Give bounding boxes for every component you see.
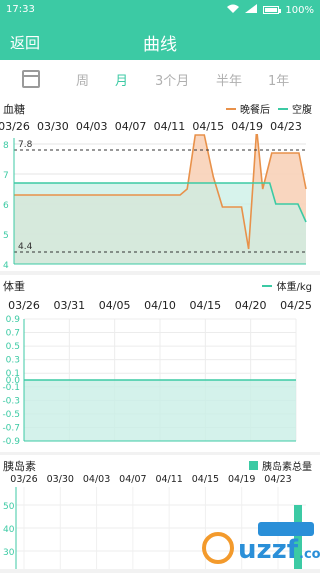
x-tick-label: 04/03 — [82, 474, 111, 485]
x-tick-label: 04/23 — [270, 120, 302, 133]
legend-insulin-label: 胰岛素总量 — [262, 462, 312, 473]
y-tick-label: 7 — [3, 171, 9, 181]
legend-after-swatch — [226, 107, 236, 110]
x-tick-label: 03/31 — [53, 299, 86, 312]
blood-sugar-title: 血糖 — [3, 103, 25, 116]
tab-month[interactable]: 月 — [115, 70, 128, 89]
x-tick-label: 04/19 — [231, 120, 263, 133]
page-title: 曲线 — [143, 35, 177, 55]
y-tick-label: 30 — [3, 548, 15, 558]
battery-icon — [263, 6, 282, 14]
x-tick-label: 04/15 — [189, 299, 222, 312]
x-tick-label: 04/15 — [192, 120, 225, 133]
x-tick-label: 04/23 — [264, 474, 292, 485]
x-tick-label: 03/26 — [10, 474, 38, 485]
y-tick-label: 6 — [3, 201, 9, 211]
blood-sugar-legend: 晚餐后 空腹 — [226, 101, 312, 116]
tab-3-months[interactable]: 3个月 — [155, 70, 189, 89]
x-tick-label: 04/15 — [191, 474, 220, 485]
y-tick-label: 0.5 — [6, 342, 20, 352]
reference-label: 7.8 — [18, 140, 33, 150]
svg-text:.com: .com — [299, 547, 320, 562]
y-tick-label: 0.0 — [6, 376, 21, 386]
weight-chart: 0.90.70.50.30.1-0.1-0.3-0.5-0.7-0.90.0 — [2, 315, 297, 447]
x-tick-label: 03/30 — [36, 120, 69, 133]
y-tick-label: 4 — [3, 261, 9, 271]
x-tick-label: 03/26 — [0, 120, 30, 133]
blood-sugar-panel: 血糖 晚餐后 空腹 03/26 03/30 04/03 04/07 04/11 04/15… — [0, 98, 320, 271]
x-tick-label: 04/11 — [153, 120, 186, 133]
x-tick-label: 04/05 — [98, 299, 131, 312]
y-tick-label: 0.7 — [6, 329, 20, 339]
battery-percent: 100% — [285, 4, 314, 16]
y-tick-label: 40 — [3, 525, 15, 535]
y-tick-label: 8 — [3, 141, 9, 151]
wifi-icon — [227, 4, 240, 16]
y-tick-label: 5 — [3, 231, 9, 241]
legend-after-label: 晚餐后 — [240, 105, 270, 116]
legend-fasting-swatch — [278, 107, 288, 110]
tab-week[interactable]: 周 — [76, 70, 89, 89]
calendar-icon[interactable] — [22, 70, 40, 88]
y-tick-label: -0.3 — [2, 396, 20, 406]
insulin-title: 胰岛素 — [3, 460, 36, 473]
battery-fill — [265, 8, 278, 12]
period-tabs: 周 月 3个月 半年 1年 — [0, 60, 320, 98]
x-tick-label: 03/26 — [8, 299, 40, 312]
x-tick-label: 04/03 — [75, 120, 108, 133]
y-tick-label: 0.9 — [6, 315, 21, 325]
x-tick-label: 04/25 — [280, 299, 312, 312]
insulin-legend: 胰岛素总量 — [249, 458, 312, 473]
weight-panel: 体重 体重/kg 03/26 03/31 04/05 04/10 04/15 04/20 0… — [0, 275, 320, 452]
y-tick-label: -0.9 — [2, 437, 20, 447]
tab-one-year[interactable]: 1年 — [268, 70, 289, 89]
x-tick-label: 04/07 — [119, 474, 147, 485]
y-tick-label: 0.3 — [6, 356, 20, 366]
y-tick-label: -0.5 — [2, 410, 20, 420]
watermark-logo: uzzf .com — [200, 510, 320, 569]
legend-weight-swatch — [262, 284, 273, 287]
series-area — [24, 380, 296, 441]
status-bar: 17:33 100% — [0, 0, 320, 20]
blood-sugar-chart: 4 5 6 7 8 7.8 4.4 — [3, 134, 307, 271]
legend-weight-label: 体重/kg — [276, 282, 312, 293]
signal-icon — [245, 4, 258, 16]
svg-text:uzzf: uzzf — [238, 535, 299, 565]
reference-label: 4.4 — [18, 242, 33, 252]
x-tick-label: 04/07 — [114, 120, 147, 133]
legend-fasting-label: 空腹 — [292, 105, 312, 116]
x-tick-label: 04/11 — [155, 474, 183, 485]
x-tick-label: 04/19 — [228, 474, 256, 485]
x-tick-label: 04/10 — [144, 299, 176, 312]
status-time: 17:33 — [6, 4, 35, 15]
tab-half-year[interactable]: 半年 — [216, 70, 242, 89]
x-tick-label: 04/20 — [234, 299, 267, 312]
y-tick-label: -0.7 — [2, 423, 20, 433]
x-tick-label: 03/30 — [46, 474, 74, 485]
weight-title: 体重 — [3, 280, 25, 293]
legend-insulin-swatch — [249, 461, 258, 470]
y-tick-label: 50 — [3, 502, 15, 512]
weight-legend: 体重/kg — [262, 278, 312, 293]
